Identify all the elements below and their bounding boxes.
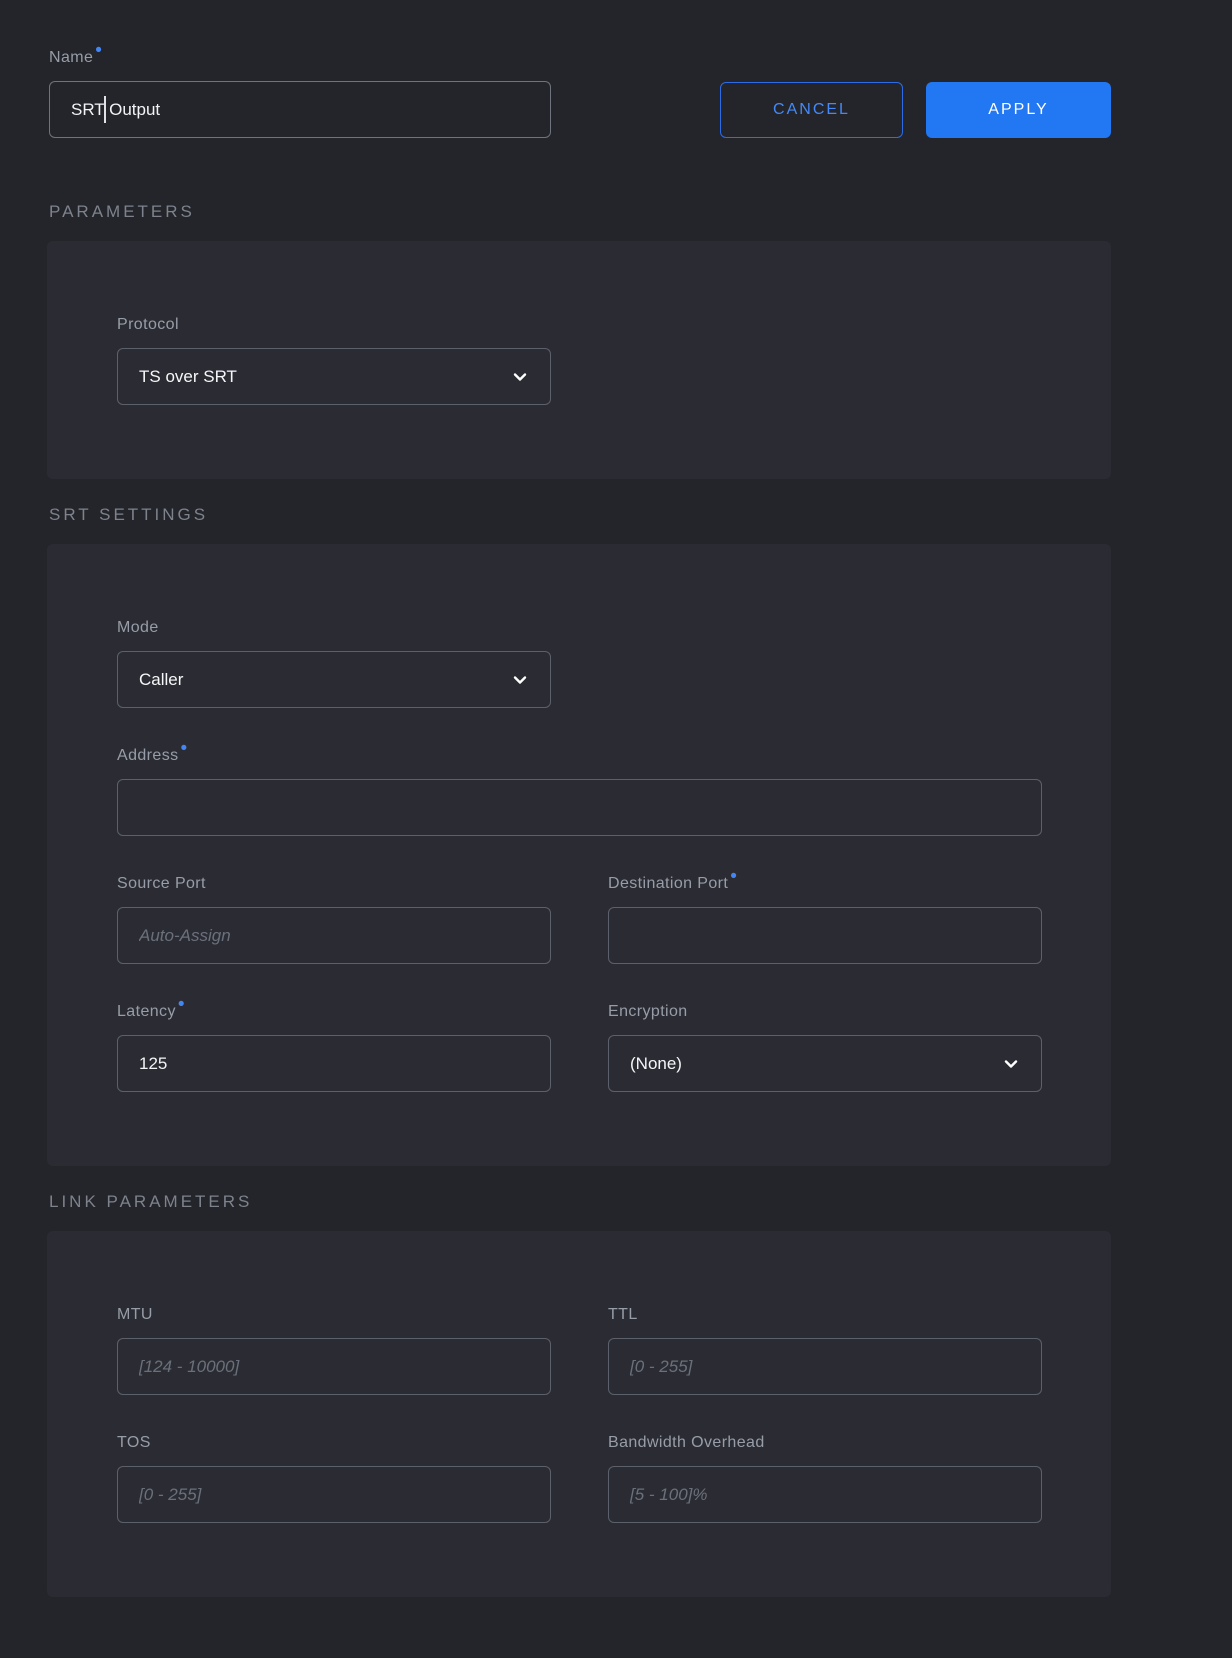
- name-label: Name•: [49, 48, 551, 68]
- form-actions: CANCEL APPLY: [720, 82, 1111, 138]
- protocol-select[interactable]: TS over SRT: [117, 348, 551, 405]
- required-dot: •: [181, 738, 188, 759]
- name-label-text: Name: [49, 49, 93, 66]
- address-label-text: Address: [117, 747, 179, 764]
- tos-bandwidth-row: TOS Bandwidth Overhead: [117, 1433, 1042, 1523]
- ttl-label: TTL: [608, 1305, 1042, 1325]
- address-label: Address•: [117, 746, 1042, 766]
- latency-input[interactable]: [117, 1035, 551, 1092]
- destination-port-field-group: Destination Port•: [608, 874, 1042, 964]
- tos-field-group: TOS: [117, 1433, 551, 1523]
- link-parameters-section-title: LINK PARAMETERS: [49, 1192, 1111, 1212]
- mtu-ttl-row: MTU TTL: [117, 1305, 1042, 1395]
- protocol-label: Protocol: [117, 315, 551, 335]
- address-field-group: Address•: [117, 746, 1042, 836]
- ttl-input[interactable]: [608, 1338, 1042, 1395]
- encryption-field-group: Encryption (None): [608, 1002, 1042, 1092]
- destination-port-label-text: Destination Port: [608, 875, 728, 892]
- address-input[interactable]: [117, 779, 1042, 836]
- bandwidth-overhead-field-group: Bandwidth Overhead: [608, 1433, 1042, 1523]
- cancel-button[interactable]: CANCEL: [720, 82, 903, 138]
- chevron-down-icon: [511, 671, 529, 689]
- tos-input[interactable]: [117, 1466, 551, 1523]
- mtu-label: MTU: [117, 1305, 551, 1325]
- parameters-section-title: PARAMETERS: [49, 202, 1111, 222]
- address-row: Address•: [117, 746, 1042, 836]
- required-dot: •: [730, 866, 737, 887]
- encryption-label: Encryption: [608, 1002, 1042, 1022]
- destination-port-input[interactable]: [608, 907, 1042, 964]
- latency-encryption-row: Latency• Encryption (None): [117, 1002, 1042, 1092]
- source-port-field-group: Source Port: [117, 874, 551, 964]
- srt-settings-panel: Mode Caller Address• Source Port: [47, 544, 1111, 1166]
- protocol-selected-value: TS over SRT: [139, 367, 237, 387]
- name-input-wrap: [49, 81, 551, 138]
- encryption-selected-value: (None): [630, 1054, 682, 1074]
- mtu-input[interactable]: [117, 1338, 551, 1395]
- chevron-down-icon: [511, 368, 529, 386]
- mode-field-group: Mode Caller: [117, 618, 551, 708]
- chevron-down-icon: [1002, 1055, 1020, 1073]
- name-input[interactable]: [49, 81, 551, 138]
- latency-field-group: Latency•: [117, 1002, 551, 1092]
- link-parameters-panel: MTU TTL TOS Bandwidth Overhead: [47, 1231, 1111, 1597]
- parameters-panel: Protocol TS over SRT: [47, 241, 1111, 479]
- latency-label-text: Latency: [117, 1003, 176, 1020]
- mode-select[interactable]: Caller: [117, 651, 551, 708]
- mode-selected-value: Caller: [139, 670, 183, 690]
- destination-port-label: Destination Port•: [608, 874, 1042, 894]
- protocol-field-group: Protocol TS over SRT: [117, 315, 551, 405]
- required-dot: •: [178, 994, 185, 1015]
- mtu-field-group: MTU: [117, 1305, 551, 1395]
- encryption-select[interactable]: (None): [608, 1035, 1042, 1092]
- form-header-row: Name• CANCEL APPLY: [49, 0, 1111, 138]
- apply-button[interactable]: APPLY: [926, 82, 1111, 138]
- ttl-field-group: TTL: [608, 1305, 1042, 1395]
- latency-label: Latency•: [117, 1002, 551, 1022]
- bandwidth-overhead-input[interactable]: [608, 1466, 1042, 1523]
- ports-row: Source Port Destination Port•: [117, 874, 1042, 964]
- tos-label: TOS: [117, 1433, 551, 1453]
- bandwidth-overhead-label: Bandwidth Overhead: [608, 1433, 1042, 1453]
- protocol-row: Protocol TS over SRT: [117, 315, 1042, 405]
- srt-settings-section-title: SRT SETTINGS: [49, 505, 1111, 525]
- text-cursor: [104, 96, 106, 123]
- required-dot: •: [95, 40, 102, 61]
- source-port-input[interactable]: [117, 907, 551, 964]
- name-field-group: Name•: [49, 48, 551, 138]
- output-settings-form: Name• CANCEL APPLY PARAMETERS Protocol T…: [49, 0, 1111, 1597]
- mode-label: Mode: [117, 618, 551, 638]
- mode-row: Mode Caller: [117, 618, 1042, 708]
- source-port-label: Source Port: [117, 874, 551, 894]
